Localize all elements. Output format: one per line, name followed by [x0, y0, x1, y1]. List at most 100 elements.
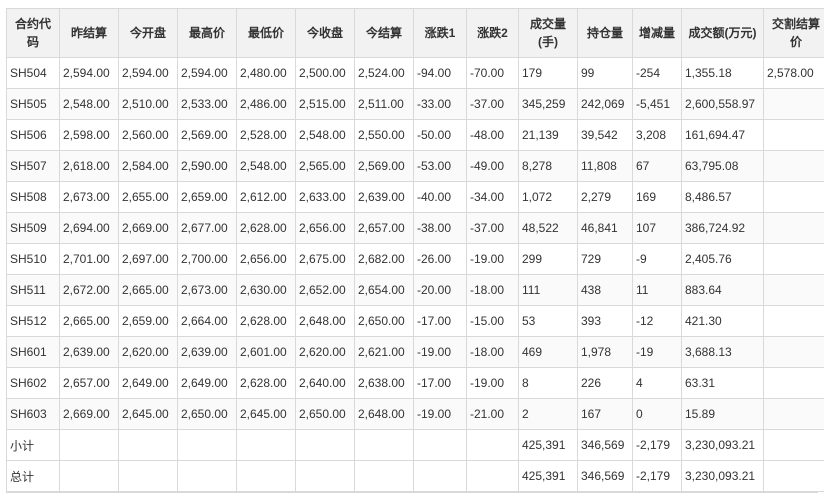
- header-row: 合约代码昨结算今开盘最高价最低价今收盘今结算涨跌1涨跌2成交量(手)持仓量增减量…: [7, 9, 824, 58]
- table-cell: 2,594.00: [119, 58, 178, 89]
- table-cell: 2,694.00: [60, 213, 119, 244]
- table-row: SH5052,548.002,510.002,533.002,486.002,5…: [7, 89, 824, 120]
- summary-label: 总计: [7, 461, 60, 492]
- table-cell: [355, 430, 414, 461]
- table-cell: 2,594.00: [60, 58, 119, 89]
- table-cell: 2,600,558.97: [682, 89, 764, 120]
- table-cell: 2,659.00: [178, 182, 237, 213]
- contract-code: SH602: [7, 368, 60, 399]
- table-cell: -2,179: [633, 461, 682, 492]
- table-cell: [414, 461, 467, 492]
- table-cell: 2,550.00: [355, 120, 414, 151]
- table-cell: -2,179: [633, 430, 682, 461]
- table-cell: 4: [633, 368, 682, 399]
- table-cell: -26.00: [414, 244, 467, 275]
- column-header: 增减量: [633, 9, 682, 58]
- table-cell: 2,648.00: [355, 399, 414, 430]
- table-cell: -18.00: [467, 337, 519, 368]
- contract-code: SH509: [7, 213, 60, 244]
- table-row: SH5082,673.002,655.002,659.002,612.002,6…: [7, 182, 824, 213]
- table-cell: -37.00: [467, 89, 519, 120]
- table-cell: 2,620.00: [296, 337, 355, 368]
- contract-code: SH508: [7, 182, 60, 213]
- contract-code: SH511: [7, 275, 60, 306]
- table-cell: 2,630.00: [237, 275, 296, 306]
- table-cell: 63.31: [682, 368, 764, 399]
- table-cell: 2,560.00: [119, 120, 178, 151]
- table-cell: 2,701.00: [60, 244, 119, 275]
- table-cell: [119, 430, 178, 461]
- table-cell: 2,533.00: [178, 89, 237, 120]
- contract-code: SH505: [7, 89, 60, 120]
- table-cell: 299: [519, 244, 578, 275]
- table-cell: 2,673.00: [178, 275, 237, 306]
- column-header: 昨结算: [60, 9, 119, 58]
- table-cell: 2,528.00: [237, 120, 296, 151]
- table-row: SH6012,639.002,620.002,639.002,601.002,6…: [7, 337, 824, 368]
- table-cell: 2,700.00: [178, 244, 237, 275]
- table-cell: -19: [633, 337, 682, 368]
- table-cell: 386,724.92: [682, 213, 764, 244]
- table-cell: -19.00: [414, 399, 467, 430]
- table-cell: 39,542: [578, 120, 633, 151]
- table-cell: -94.00: [414, 58, 467, 89]
- table-cell: -17.00: [414, 306, 467, 337]
- table-cell: 3,688.13: [682, 337, 764, 368]
- table-cell: 2,669.00: [60, 399, 119, 430]
- table-cell: [178, 461, 237, 492]
- table-cell: 421.30: [682, 306, 764, 337]
- table-cell: 438: [578, 275, 633, 306]
- table-cell: 2,628.00: [237, 213, 296, 244]
- table-cell: 2,650.00: [178, 399, 237, 430]
- contract-code: SH504: [7, 58, 60, 89]
- table-cell: [764, 368, 824, 399]
- table-cell: -15.00: [467, 306, 519, 337]
- table-cell: 2,515.00: [296, 89, 355, 120]
- summary-row: 总计425,391346,569-2,1793,230,093.21: [7, 461, 824, 492]
- table-cell: 8: [519, 368, 578, 399]
- table-cell: -20.00: [414, 275, 467, 306]
- table-row: SH5042,594.002,594.002,594.002,480.002,5…: [7, 58, 824, 89]
- table-cell: [296, 430, 355, 461]
- table-cell: 2,405.76: [682, 244, 764, 275]
- table-cell: 2,628.00: [237, 368, 296, 399]
- column-header: 涨跌1: [414, 9, 467, 58]
- table-cell: 242,069: [578, 89, 633, 120]
- table-cell: [178, 430, 237, 461]
- table-cell: 2,640.00: [296, 368, 355, 399]
- table-row: SH6022,657.002,649.002,649.002,628.002,6…: [7, 368, 824, 399]
- table-cell: 2,612.00: [237, 182, 296, 213]
- table-cell: 2,618.00: [60, 151, 119, 182]
- table-body: SH5042,594.002,594.002,594.002,480.002,5…: [7, 58, 824, 492]
- table-cell: [237, 461, 296, 492]
- table-cell: 2,655.00: [119, 182, 178, 213]
- table-cell: 393: [578, 306, 633, 337]
- table-cell: 425,391: [519, 461, 578, 492]
- table-cell: 169: [633, 182, 682, 213]
- table-cell: 2,500.00: [296, 58, 355, 89]
- table-cell: 2,677.00: [178, 213, 237, 244]
- column-header: 交割结算价: [764, 9, 824, 58]
- table-cell: [467, 461, 519, 492]
- table-cell: 345,259: [519, 89, 578, 120]
- table-cell: 2,578.00: [764, 58, 824, 89]
- table-cell: 2,648.00: [296, 306, 355, 337]
- table-cell: -19.00: [467, 368, 519, 399]
- table-cell: 2,656.00: [296, 213, 355, 244]
- table-cell: 2,650.00: [355, 306, 414, 337]
- table-cell: 2,652.00: [296, 275, 355, 306]
- table-cell: 2,639.00: [178, 337, 237, 368]
- table-cell: 2,620.00: [119, 337, 178, 368]
- table-cell: -19.00: [414, 337, 467, 368]
- summary-row: 小计425,391346,569-2,1793,230,093.21: [7, 430, 824, 461]
- table-cell: -49.00: [467, 151, 519, 182]
- table-cell: 1,072: [519, 182, 578, 213]
- table-cell: 2,628.00: [237, 306, 296, 337]
- table-cell: [764, 151, 824, 182]
- table-cell: 2,584.00: [119, 151, 178, 182]
- table-cell: -33.00: [414, 89, 467, 120]
- table-cell: 469: [519, 337, 578, 368]
- table-cell: [467, 430, 519, 461]
- table-cell: [764, 120, 824, 151]
- table-cell: 2,598.00: [60, 120, 119, 151]
